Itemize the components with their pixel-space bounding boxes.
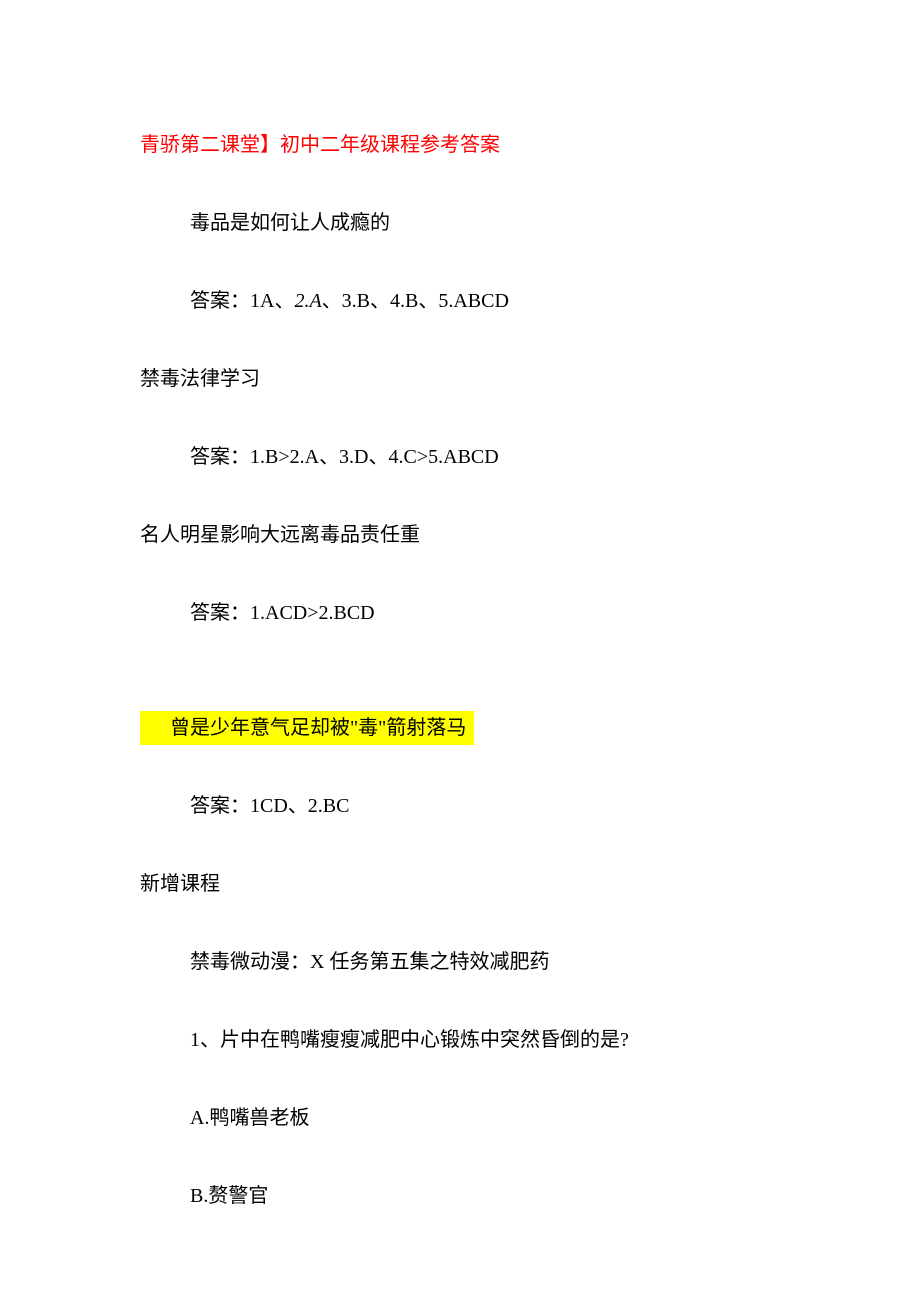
answer-prefix: 答案： — [190, 446, 250, 468]
answer-line-3: 答案：1.ACD>2.BCD — [140, 598, 780, 628]
answer-prefix: 答案： — [190, 290, 250, 312]
answer-prefix: 答案： — [190, 795, 250, 817]
highlighted-section: 曾是少年意气足却被"毒"箭射落马 — [140, 711, 474, 745]
new-courses-title: 新增课程 — [140, 869, 780, 899]
section-heading-2: 禁毒法律学习 — [140, 364, 780, 394]
answer-line-2: 答案：1.B>2.A、3.D、4.C>5.ABCD — [140, 442, 780, 472]
answer-text: 1CD、2.BC — [250, 795, 349, 817]
question-1: 1、片中在鸭嘴瘦瘦减肥中心锻炼中突然昏倒的是? — [140, 1025, 780, 1055]
highlighted-answer: 答案：1CD、2.BC — [140, 791, 780, 821]
answer-items: 1A、 — [250, 290, 294, 312]
answer-prefix: 答案： — [190, 602, 250, 624]
answer-text: 1.ACD>2.BCD — [250, 602, 375, 624]
section-heading-1: 毒品是如何让人成瘾的 — [140, 208, 780, 238]
answer-rest: 、3.B、4.B、5.ABCD — [322, 290, 509, 312]
page-title: 青骄第二课堂】初中二年级课程参考答案 — [140, 130, 780, 160]
answer-italic: 2.A — [294, 290, 321, 312]
section-heading-3: 名人明星影响大远离毒品责任重 — [140, 520, 780, 550]
answer-text: 1.B>2.A、3.D、4.C>5.ABCD — [250, 446, 499, 468]
answer-line-1: 答案：1A、2.A、3.B、4.B、5.ABCD — [140, 286, 780, 316]
option-b: B.赘警官 — [140, 1181, 780, 1211]
course-name: 禁毒微动漫：X 任务第五集之特效减肥药 — [140, 947, 780, 977]
option-a: A.鸭嘴兽老板 — [140, 1103, 780, 1133]
highlighted-text: 曾是少年意气足却被"毒"箭射落马 — [170, 717, 466, 739]
